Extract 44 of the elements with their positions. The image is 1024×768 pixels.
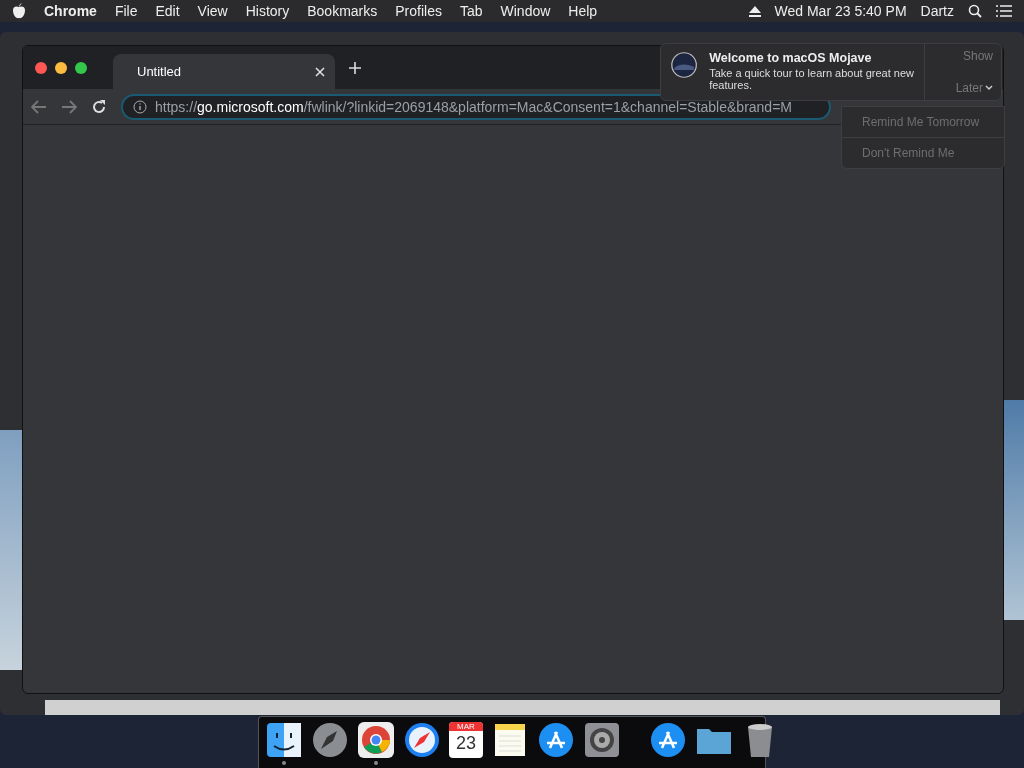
chrome-icon[interactable] (357, 720, 395, 759)
menu-item[interactable]: History (245, 3, 290, 19)
close-icon[interactable] (35, 61, 47, 74)
tab-title: Untitled (137, 64, 183, 79)
minimize-icon[interactable] (55, 61, 67, 74)
clock[interactable]: Wed Mar 23 5:40 PM (774, 3, 907, 19)
notification-title: Welcome to macOS Mojave (709, 51, 873, 65)
compass-icon[interactable] (403, 720, 441, 759)
menu-item[interactable]: Window (500, 3, 551, 19)
address-bar[interactable]: https://go.microsoft.com/fwlink/?linkid=2069148&platform=Mac&Consent=1&channel=Stable&brand=M (121, 93, 831, 120)
new-tab-icon[interactable] (349, 61, 361, 74)
reload-icon[interactable] (91, 98, 107, 115)
menu-item[interactable]: File (114, 3, 138, 19)
app-store-icon[interactable] (649, 720, 687, 759)
chevron-down-icon (985, 85, 993, 91)
menu-item[interactable]: View (197, 3, 228, 19)
menu-item[interactable]: Tab (459, 3, 483, 19)
mojave-icon (671, 49, 698, 81)
maximize-icon[interactable] (75, 61, 87, 74)
forward-arrow-icon[interactable] (61, 99, 77, 114)
menu-item[interactable]: Profiles (395, 3, 442, 19)
menu-item[interactable]: Help (568, 3, 598, 19)
user-name[interactable]: Dartz (920, 3, 954, 19)
list-icon[interactable] (996, 5, 1012, 17)
gear-icon[interactable] (583, 720, 621, 759)
info-icon[interactable] (133, 99, 147, 114)
menu-item[interactable]: Edit (155, 3, 180, 19)
scroll-bar[interactable] (45, 700, 1000, 715)
rocket-icon[interactable] (311, 720, 349, 759)
close-icon[interactable] (315, 66, 325, 77)
eject-icon[interactable] (748, 5, 761, 17)
back-arrow-icon[interactable] (31, 99, 47, 114)
calendar-day: 23 (456, 730, 476, 755)
app-menu[interactable]: Chrome (44, 3, 97, 19)
finder-icon[interactable] (265, 720, 303, 759)
app-store-icon[interactable] (537, 720, 575, 759)
url-text: https://go.microsoft.com/fwlink/?linkid=2069148&platform=Mac&Consent=1&channel=Stable&brand=M (155, 98, 792, 115)
notification-message: Take a quick tour to learn about great new features. (709, 67, 914, 91)
calendar-month: MAR (449, 721, 483, 731)
search-icon[interactable] (968, 4, 982, 18)
menu-item[interactable]: Bookmarks (307, 3, 378, 19)
apple-icon[interactable] (12, 3, 26, 19)
calendar-icon[interactable]: MAR 23 (449, 721, 483, 758)
browser-tab[interactable]: Untitled (113, 54, 335, 89)
